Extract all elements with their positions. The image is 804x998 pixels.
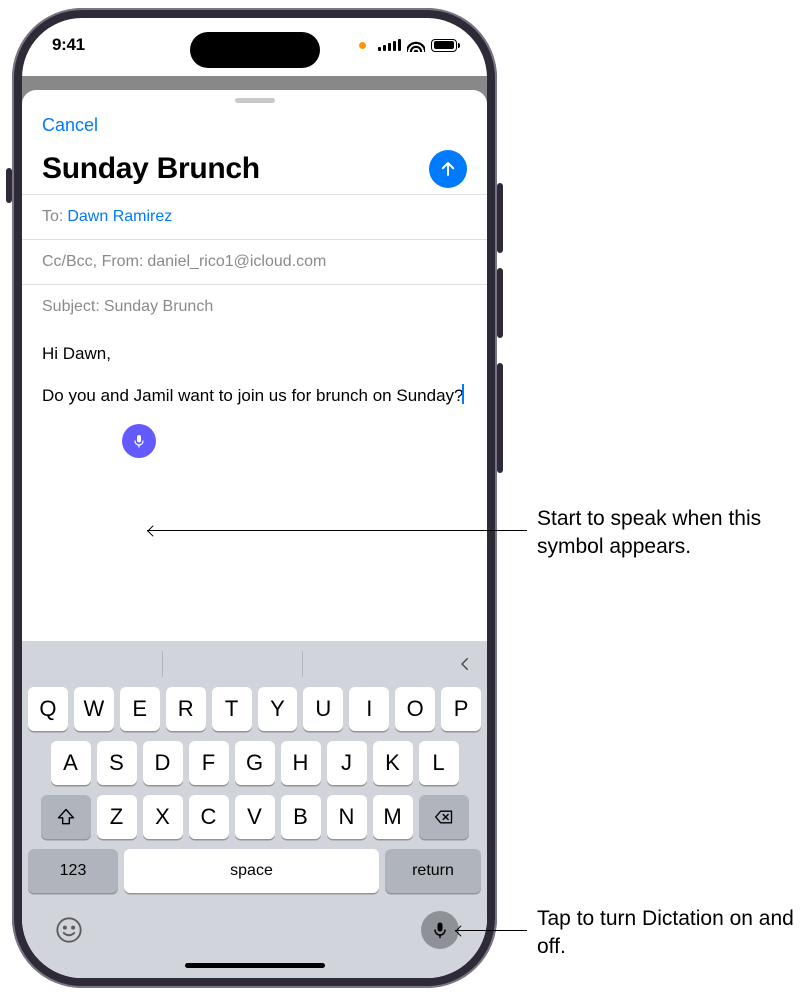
keyboard: QWERTYUIOP ASDFGHJKL ZXCVBNM (22, 641, 487, 978)
emoji-key[interactable] (50, 911, 88, 949)
dictation-key[interactable] (421, 911, 459, 949)
letter-key-v[interactable]: V (235, 795, 275, 839)
text-cursor (462, 384, 464, 404)
letter-key-l[interactable]: L (419, 741, 459, 785)
return-key[interactable]: return (385, 849, 481, 893)
to-field[interactable]: To: Dawn Ramirez (22, 194, 487, 239)
callout-leader-line (147, 530, 527, 531)
letter-key-d[interactable]: D (143, 741, 183, 785)
autocorrect-bar (22, 641, 487, 687)
chevron-left-icon (456, 655, 474, 673)
keyboard-row: 123 space return (22, 849, 487, 893)
iphone-frame: 9:41 Cancel Sunday Brunch (12, 8, 497, 988)
microphone-icon (131, 433, 147, 449)
status-time: 9:41 (52, 35, 85, 55)
callout-leader-line (455, 930, 527, 931)
letter-key-q[interactable]: Q (28, 687, 68, 731)
volume-up-button (497, 183, 503, 253)
subject-field[interactable]: Subject: Sunday Brunch (22, 284, 487, 329)
letter-key-t[interactable]: T (212, 687, 252, 731)
space-key[interactable]: space (124, 849, 379, 893)
ccbcc-label: Cc/Bcc, From: (42, 253, 143, 271)
sheet-header: Cancel Sunday Brunch (22, 107, 487, 194)
letter-key-w[interactable]: W (74, 687, 114, 731)
compose-sheet: Cancel Sunday Brunch To: Dawn Ramirez Cc… (22, 90, 487, 978)
divider (302, 651, 303, 677)
keyboard-row: ZXCVBNM (22, 795, 487, 839)
send-button[interactable] (429, 150, 467, 188)
letter-key-a[interactable]: A (51, 741, 91, 785)
compose-title: Sunday Brunch (42, 152, 260, 186)
letter-key-f[interactable]: F (189, 741, 229, 785)
status-right (359, 39, 457, 52)
letter-key-o[interactable]: O (395, 687, 435, 731)
callout-text: Start to speak when this symbol appears. (537, 505, 797, 562)
letter-key-j[interactable]: J (327, 741, 367, 785)
backspace-icon (434, 807, 454, 827)
letter-key-p[interactable]: P (441, 687, 481, 731)
keyboard-bottom-bar (22, 903, 487, 949)
volume-down-button (497, 268, 503, 338)
microphone-icon (430, 920, 450, 940)
battery-icon (431, 39, 457, 52)
home-indicator[interactable] (185, 963, 325, 968)
power-button (497, 363, 503, 473)
keyboard-row: QWERTYUIOP (22, 687, 487, 731)
silence-switch (6, 168, 12, 203)
letter-key-s[interactable]: S (97, 741, 137, 785)
dynamic-island (190, 32, 320, 68)
letter-key-e[interactable]: E (120, 687, 160, 731)
letter-key-h[interactable]: H (281, 741, 321, 785)
dictation-indicator[interactable] (122, 424, 156, 458)
letter-key-i[interactable]: I (349, 687, 389, 731)
ccbcc-field[interactable]: Cc/Bcc, From: daniel_rico1@icloud.com (22, 239, 487, 284)
letter-key-x[interactable]: X (143, 795, 183, 839)
subject-value: Sunday Brunch (104, 298, 213, 316)
keyboard-row: ASDFGHJKL (22, 741, 487, 785)
to-recipient[interactable]: Dawn Ramirez (67, 208, 172, 226)
body-line: Hi Dawn, (42, 343, 467, 366)
sheet-grabber[interactable] (235, 98, 275, 103)
letter-key-z[interactable]: Z (97, 795, 137, 839)
letter-key-k[interactable]: K (373, 741, 413, 785)
body-line: Do you and Jamil want to join us for bru… (42, 384, 467, 408)
to-label: To: (42, 208, 63, 226)
emoji-icon (55, 916, 83, 944)
letter-key-r[interactable]: R (166, 687, 206, 731)
message-body[interactable]: Hi Dawn, Do you and Jamil want to join u… (22, 329, 487, 426)
cancel-button[interactable]: Cancel (42, 109, 98, 150)
wifi-icon (407, 39, 425, 52)
numbers-key[interactable]: 123 (28, 849, 118, 893)
shift-icon (56, 807, 76, 827)
letter-key-g[interactable]: G (235, 741, 275, 785)
subject-label: Subject: (42, 298, 100, 316)
letter-key-u[interactable]: U (303, 687, 343, 731)
letter-key-c[interactable]: C (189, 795, 229, 839)
divider (162, 651, 163, 677)
from-address: daniel_rico1@icloud.com (147, 253, 326, 271)
arrow-up-icon (439, 160, 457, 178)
screen: 9:41 Cancel Sunday Brunch (22, 18, 487, 978)
letter-key-m[interactable]: M (373, 795, 413, 839)
letter-key-n[interactable]: N (327, 795, 367, 839)
mic-in-use-indicator-icon (359, 42, 366, 49)
letter-key-y[interactable]: Y (258, 687, 298, 731)
shift-key[interactable] (41, 795, 91, 839)
letter-key-b[interactable]: B (281, 795, 321, 839)
backspace-key[interactable] (419, 795, 469, 839)
collapse-suggestions-button[interactable] (443, 655, 487, 673)
cellular-icon (378, 39, 401, 51)
callout-text: Tap to turn Dictation on and off. (537, 905, 797, 962)
